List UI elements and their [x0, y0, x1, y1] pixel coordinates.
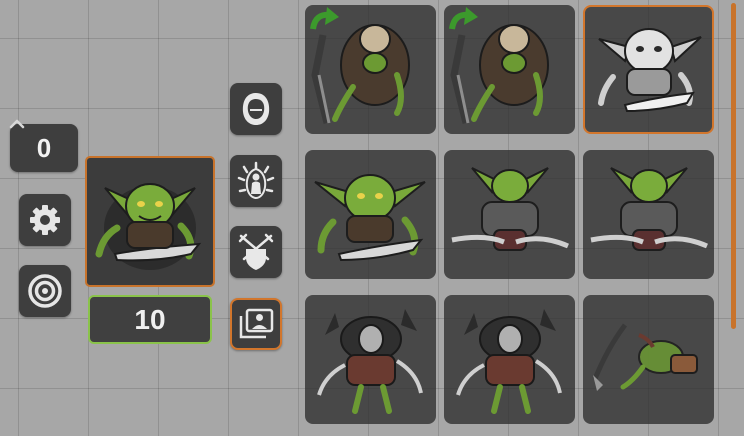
- hooded-figure-icon: [242, 93, 270, 125]
- goblin-token-image: [310, 7, 410, 124]
- goblin-token-image: [451, 167, 569, 251]
- token-cell[interactable]: [583, 295, 714, 424]
- selected-token-preview[interactable]: [85, 156, 215, 287]
- aura-figure-button[interactable]: [230, 155, 282, 207]
- token-cell[interactable]: [305, 295, 436, 424]
- crossed-swords-button[interactable]: [230, 226, 282, 278]
- aura-figure-icon: [237, 161, 275, 200]
- caret-up-icon[interactable]: [7, 117, 27, 131]
- portrait-gallery-icon: [239, 308, 274, 339]
- token-cell-selected[interactable]: [583, 5, 714, 134]
- goblin-token-image: [449, 7, 549, 124]
- token-count-value: 10: [134, 303, 166, 335]
- token-cell[interactable]: [444, 295, 575, 424]
- counter-value: 0: [36, 132, 52, 163]
- goblin-token-image: [598, 28, 702, 113]
- token-cell[interactable]: [444, 5, 575, 134]
- goblin-token-image: [317, 309, 423, 414]
- goblin-token-image: [456, 309, 562, 414]
- token-count-box[interactable]: 10: [88, 295, 212, 344]
- target-icon: [28, 274, 62, 308]
- token-cell[interactable]: [305, 5, 436, 134]
- token-cell[interactable]: [305, 150, 436, 279]
- goblin-token-image: [592, 323, 698, 391]
- counter-box[interactable]: 0: [9, 119, 78, 172]
- scrollbar[interactable]: [731, 3, 736, 329]
- crossed-swords-shield-icon: [238, 233, 274, 270]
- portrait-gallery-button[interactable]: [230, 298, 282, 350]
- goblin-token-image: [590, 167, 708, 251]
- goblin-token-image: [95, 183, 202, 270]
- target-button[interactable]: [19, 265, 71, 317]
- settings-button[interactable]: [19, 194, 71, 246]
- goblin-token-image: [314, 174, 426, 262]
- hooded-figure-button[interactable]: [230, 83, 282, 135]
- token-cell[interactable]: [583, 150, 714, 279]
- settings-gear-icon: [30, 205, 60, 235]
- token-cell[interactable]: [444, 150, 575, 279]
